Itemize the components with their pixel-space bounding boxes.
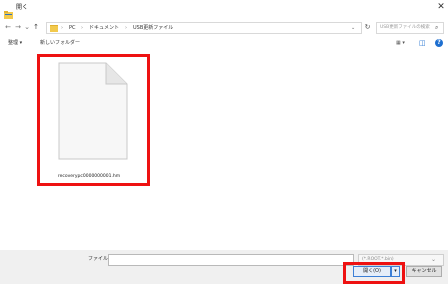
breadcrumb-separator: › xyxy=(81,25,83,31)
up-folder-button[interactable]: ↑ xyxy=(32,22,40,32)
search-box[interactable]: USB更新ファイルの検索 ⌕ xyxy=(376,22,444,34)
window-title: 開く xyxy=(16,4,29,11)
help-icon[interactable]: ? xyxy=(435,39,443,47)
file-highlight-box xyxy=(37,54,150,186)
breadcrumb-separator: › xyxy=(125,25,127,31)
cancel-button[interactable]: キャンセル xyxy=(406,266,442,277)
breadcrumb-usb-update-files[interactable]: USB更新ファイル xyxy=(133,23,173,33)
new-folder-button[interactable]: 新しいフォルダー xyxy=(40,36,80,50)
forward-button[interactable]: → xyxy=(14,22,22,32)
breadcrumb-separator: › xyxy=(61,25,63,31)
breadcrumb-documents[interactable]: ドキュメント xyxy=(89,23,119,33)
address-bar[interactable]: › PC › ドキュメント › USB更新ファイル ⌄ xyxy=(46,22,362,34)
filename-field[interactable] xyxy=(108,254,354,266)
open-button-highlight-box xyxy=(343,262,405,284)
app-icon xyxy=(4,4,13,19)
back-button[interactable]: ← xyxy=(4,22,12,32)
address-chevron-icon[interactable]: ⌄ xyxy=(351,23,355,33)
change-view-icon[interactable]: ▦ ▾ xyxy=(396,36,405,50)
command-bar: 整理 ▾ 新しいフォルダー ▦ ▾ ◫ ? xyxy=(0,36,448,50)
close-icon[interactable]: ✕ xyxy=(436,2,446,13)
chevron-down-icon: ⌄ xyxy=(431,256,437,263)
organize-menu[interactable]: 整理 ▾ xyxy=(8,36,22,50)
breadcrumb-pc[interactable]: PC xyxy=(69,23,76,33)
refresh-icon[interactable]: ↻ xyxy=(363,22,372,32)
search-input[interactable]: USB更新ファイルの検索 xyxy=(380,23,430,33)
recent-locations-chevron-icon[interactable]: ⌄ xyxy=(24,22,30,32)
folder-icon xyxy=(50,25,58,32)
search-icon[interactable]: ⌕ xyxy=(435,23,438,33)
preview-pane-icon[interactable]: ◫ xyxy=(419,36,426,50)
title-bar: 開く ✕ xyxy=(0,0,448,19)
